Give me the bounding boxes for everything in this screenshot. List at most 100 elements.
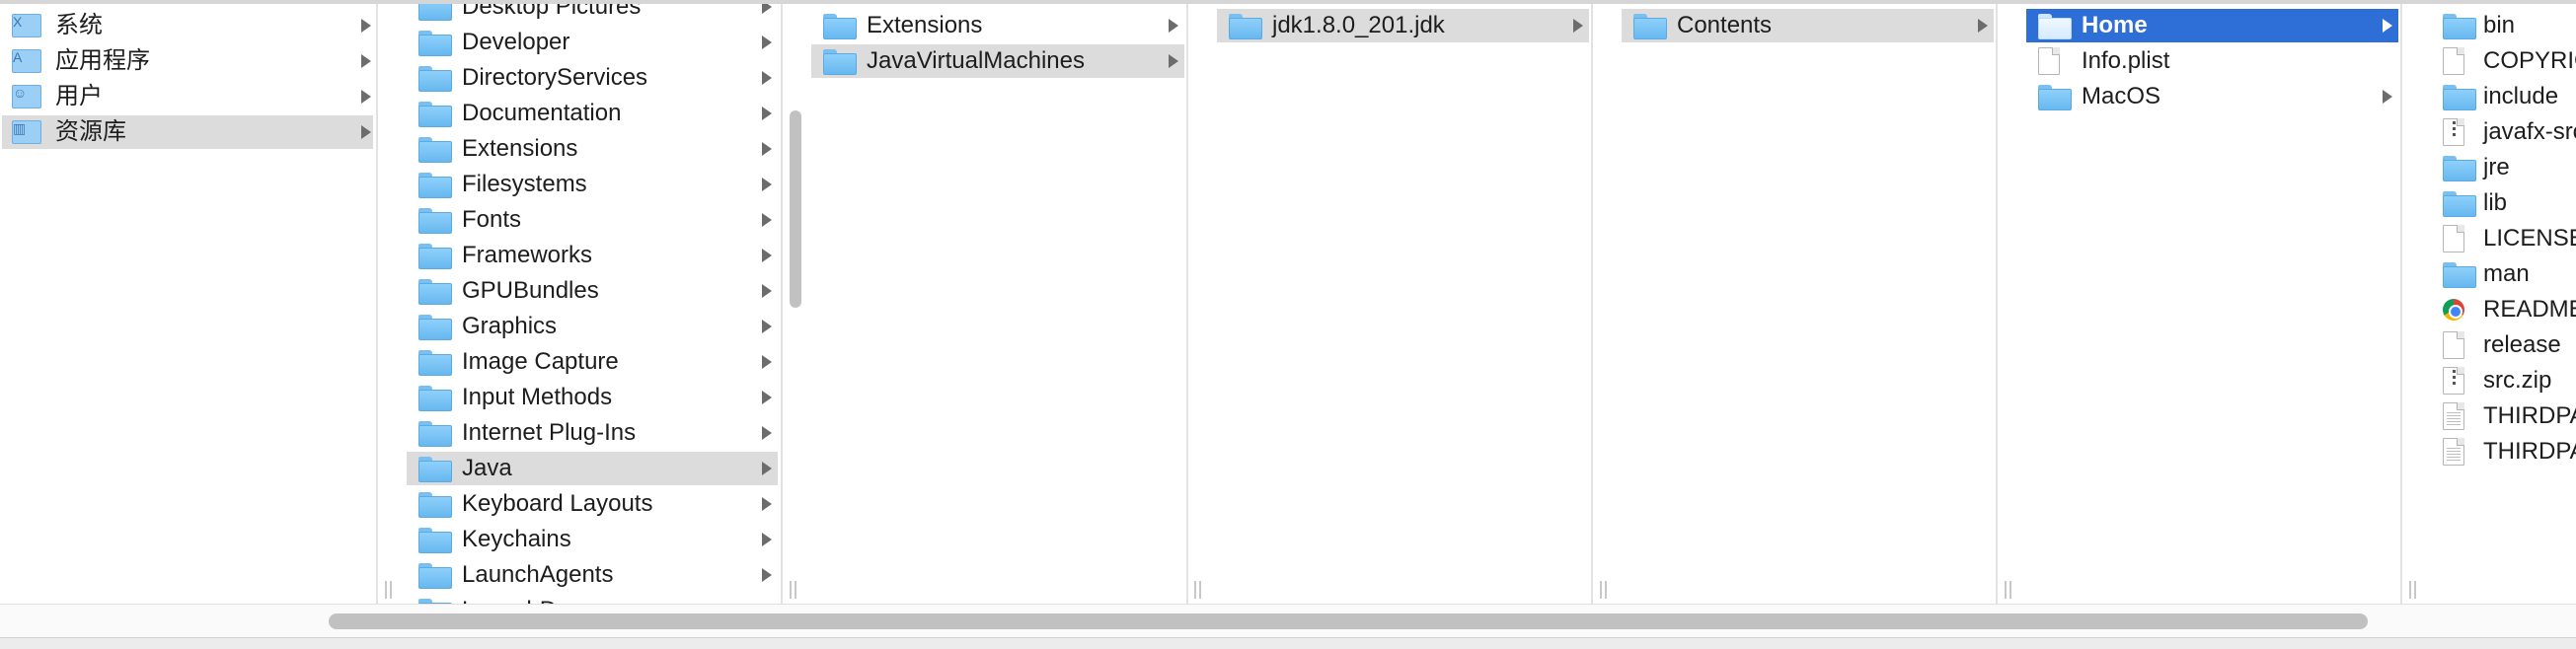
text-file-icon xyxy=(2443,402,2464,430)
file-item[interactable]: COPYRIGHT xyxy=(2429,44,2576,78)
folder-icon xyxy=(418,244,452,269)
item-label: src.zip xyxy=(2483,367,2552,394)
item-label: Fonts xyxy=(462,206,522,233)
folder-icon xyxy=(418,386,452,411)
column-resize-handle[interactable] xyxy=(384,581,394,599)
chevron-right-icon xyxy=(762,497,772,511)
column-resize-handle[interactable] xyxy=(1193,581,1203,599)
chevron-right-icon xyxy=(2383,90,2392,104)
chevron-right-icon xyxy=(762,284,772,298)
chevron-right-icon xyxy=(762,107,772,120)
file-item[interactable]: LICENSE xyxy=(2429,222,2576,255)
item-label: include xyxy=(2483,83,2559,109)
zip-file-icon xyxy=(2443,367,2464,395)
sidebar-item[interactable]: X 系统 xyxy=(2,9,373,42)
item-label: Documentation xyxy=(462,100,622,126)
column-jvms[interactable]: jdk1.8.0_201.jdk xyxy=(1215,4,1591,604)
folder-item[interactable]: jre xyxy=(2429,151,2576,184)
folder-item[interactable]: LaunchAgents xyxy=(407,558,778,592)
folder-item[interactable]: GPUBundles xyxy=(407,274,778,308)
folder-item[interactable]: Filesystems xyxy=(407,168,778,201)
file-item[interactable]: src.zip xyxy=(2429,364,2576,397)
folder-item[interactable]: Developer xyxy=(407,26,778,59)
item-label: Info.plist xyxy=(2082,47,2170,74)
column-resize-handle[interactable] xyxy=(2408,581,2418,599)
chevron-right-icon xyxy=(762,71,772,85)
horizontal-scrollbar-thumb[interactable] xyxy=(329,613,2368,629)
document-icon xyxy=(2443,225,2464,252)
folder-item[interactable]: Documentation xyxy=(407,97,778,130)
chevron-right-icon xyxy=(762,178,772,191)
folder-item[interactable]: DirectoryServices xyxy=(407,61,778,95)
column-home[interactable]: bin COPYRIGHT include javafx-src.zip jre lib L… xyxy=(2429,4,2576,604)
column-divider[interactable] xyxy=(781,4,783,604)
file-item[interactable]: THIRDPARTYLICENSEREADME-JAVAFX.txt xyxy=(2429,399,2576,433)
folder-item[interactable]: Keyboard Layouts xyxy=(407,487,778,521)
column-divider[interactable] xyxy=(1591,4,1593,604)
vertical-scrollbar-thumb[interactable] xyxy=(790,110,801,308)
folder-item[interactable]: LaunchDaemons xyxy=(407,594,778,604)
column-resize-handle[interactable] xyxy=(1599,581,1609,599)
folder-item[interactable]: bin xyxy=(2429,9,2576,42)
chevron-right-icon xyxy=(361,125,371,139)
folder-item[interactable]: Desktop Pictures xyxy=(407,4,778,24)
zip-file-icon xyxy=(2443,118,2464,146)
column-library[interactable]: Desktop Pictures Developer DirectoryServic… xyxy=(405,4,781,604)
folder-item[interactable]: Contents xyxy=(1622,9,1994,42)
folder-item[interactable]: Fonts xyxy=(407,203,778,237)
column-divider[interactable] xyxy=(2400,4,2402,604)
folder-item[interactable]: Extensions xyxy=(811,9,1184,42)
folder-icon xyxy=(418,279,452,305)
item-label: man xyxy=(2483,260,2530,287)
item-label: Developer xyxy=(462,29,570,55)
folder-icon xyxy=(2443,85,2476,110)
folder-item[interactable]: Java xyxy=(407,452,778,485)
item-label: LaunchAgents xyxy=(462,561,614,588)
chevron-right-icon xyxy=(762,355,772,369)
column-jdk[interactable]: Contents xyxy=(1620,4,1996,604)
item-label: jre xyxy=(2483,154,2510,180)
folder-item[interactable]: JavaVirtualMachines xyxy=(811,44,1184,78)
item-label: jdk1.8.0_201.jdk xyxy=(1272,12,1445,38)
column-resize-handle[interactable] xyxy=(789,581,798,599)
folder-item[interactable]: include xyxy=(2429,80,2576,113)
folder-item[interactable]: Input Methods xyxy=(407,381,778,414)
item-label: COPYRIGHT xyxy=(2483,47,2576,74)
column-contents[interactable]: Home Info.plist MacOS xyxy=(2024,4,2400,604)
chevron-right-icon xyxy=(2383,19,2392,33)
users-folder-icon: ☺ xyxy=(12,85,41,108)
chevron-right-icon xyxy=(762,249,772,262)
file-item[interactable]: Info.plist xyxy=(2026,44,2398,78)
sidebar-item[interactable]: ☺ 用户 xyxy=(2,80,373,113)
chevron-right-icon xyxy=(1169,19,1178,33)
folder-icon xyxy=(418,137,452,163)
item-label: Keyboard Layouts xyxy=(462,490,653,517)
column-divider[interactable] xyxy=(1186,4,1188,604)
sidebar-item[interactable]: ▥ 资源库 xyxy=(2,115,373,149)
folder-item[interactable]: Extensions xyxy=(407,132,778,166)
folder-item[interactable]: Home xyxy=(2026,9,2398,42)
file-item[interactable]: README.html xyxy=(2429,293,2576,326)
column-divider[interactable] xyxy=(1996,4,1998,604)
folder-item[interactable]: Image Capture xyxy=(407,345,778,379)
column-resize-handle[interactable] xyxy=(2004,581,2013,599)
folder-item[interactable]: Frameworks xyxy=(407,239,778,272)
file-item[interactable]: release xyxy=(2429,328,2576,362)
folder-item[interactable]: jdk1.8.0_201.jdk xyxy=(1217,9,1589,42)
folder-item[interactable]: MacOS xyxy=(2026,80,2398,113)
column-divider[interactable] xyxy=(376,4,378,604)
sidebar-item[interactable]: A 应用程序 xyxy=(2,44,373,78)
folder-item[interactable]: Keychains xyxy=(407,523,778,556)
file-item[interactable]: javafx-src.zip xyxy=(2429,115,2576,149)
item-label: release xyxy=(2483,331,2561,358)
folder-item[interactable]: Internet Plug-Ins xyxy=(407,416,778,450)
status-bar xyxy=(0,637,2576,649)
folder-item[interactable]: man xyxy=(2429,257,2576,291)
folder-icon xyxy=(418,457,452,482)
column-java[interactable]: Extensions JavaVirtualMachines xyxy=(809,4,1186,604)
item-label: Home xyxy=(2082,12,2148,38)
folder-item[interactable]: Graphics xyxy=(407,310,778,343)
item-label: GPUBundles xyxy=(462,277,599,304)
file-item[interactable]: THIRDPARTYLICENSEREADME.txt xyxy=(2429,435,2576,469)
folder-item[interactable]: lib xyxy=(2429,186,2576,220)
